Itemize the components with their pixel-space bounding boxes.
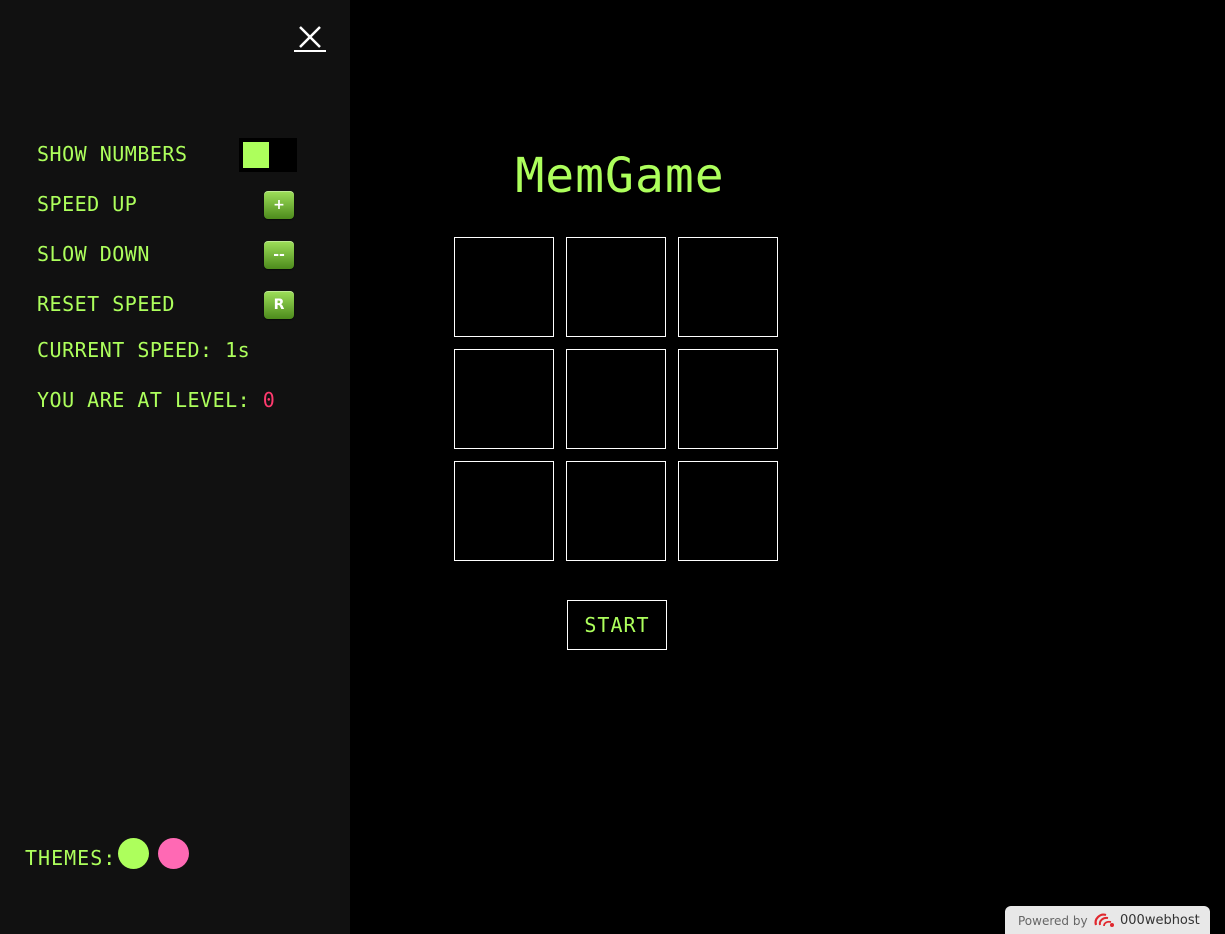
toggle-knob xyxy=(243,142,269,168)
reset-speed-label: RESET SPEED xyxy=(37,292,175,316)
grid-cell[interactable] xyxy=(678,349,778,449)
close-underline xyxy=(294,50,326,52)
show-numbers-toggle[interactable] xyxy=(239,138,297,172)
reset-speed-button[interactable]: R xyxy=(264,291,294,319)
grid-cell[interactable] xyxy=(454,349,554,449)
grid-cell[interactable] xyxy=(566,349,666,449)
powered-by-badge[interactable]: Powered by 000webhost xyxy=(1005,906,1210,934)
memory-grid xyxy=(454,237,780,563)
webhost-logo-icon xyxy=(1094,913,1114,927)
speed-up-label: SPEED UP xyxy=(37,192,138,216)
level-value: 0 xyxy=(262,388,276,412)
grid-cell[interactable] xyxy=(566,237,666,337)
close-icon xyxy=(299,26,321,48)
current-speed-value: 1s xyxy=(225,338,251,362)
powered-by-text: Powered by xyxy=(1018,914,1088,928)
theme-pink-option[interactable] xyxy=(158,838,189,869)
level-status: YOU ARE AT LEVEL: 0 xyxy=(37,388,275,412)
slow-down-button[interactable]: -- xyxy=(264,241,294,269)
current-speed-label: CURRENT SPEED: xyxy=(37,338,213,362)
current-speed: CURRENT SPEED: 1s xyxy=(37,338,250,362)
grid-cell[interactable] xyxy=(454,461,554,561)
grid-cell[interactable] xyxy=(678,461,778,561)
themes-label: THEMES: xyxy=(25,846,117,870)
grid-cell[interactable] xyxy=(678,237,778,337)
speed-up-button[interactable]: + xyxy=(264,191,294,219)
settings-sidebar: SHOW NUMBERS SPEED UP + SLOW DOWN -- RES… xyxy=(0,0,350,934)
theme-green-option[interactable] xyxy=(118,838,149,869)
grid-cell[interactable] xyxy=(454,237,554,337)
level-label: YOU ARE AT LEVEL: xyxy=(37,388,251,412)
game-title: MemGame xyxy=(515,148,725,204)
webhost-brand: 000webhost xyxy=(1120,913,1200,928)
show-numbers-label: SHOW NUMBERS xyxy=(37,142,188,166)
start-button[interactable]: START xyxy=(567,600,667,650)
grid-cell[interactable] xyxy=(566,461,666,561)
slow-down-label: SLOW DOWN xyxy=(37,242,150,266)
